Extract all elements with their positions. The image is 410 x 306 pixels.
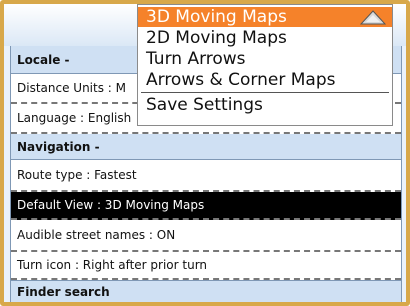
setting-route-type[interactable]: Route type : Fastest (11, 160, 401, 192)
scroll-up-icon[interactable] (360, 10, 386, 25)
setting-default-view[interactable]: Default View : 3D Moving Maps (11, 192, 401, 220)
menu-item-save-settings[interactable]: Save Settings (138, 95, 392, 115)
menu-item-arrows-corner-maps[interactable]: Arrows & Corner Maps (138, 70, 392, 90)
menu-item-turn-arrows[interactable]: Turn Arrows (138, 49, 392, 69)
view-options-menu: 3D Moving Maps 2D Moving Maps Turn Arrow… (137, 4, 393, 126)
menu-item-3d-moving-maps[interactable]: 3D Moving Maps (138, 7, 392, 27)
menu-item-2d-moving-maps[interactable]: 2D Moving Maps (138, 28, 392, 48)
setting-turn-icon[interactable]: Turn icon : Right after prior turn (11, 252, 401, 280)
section-header-finder-search[interactable]: Finder search (11, 280, 401, 302)
section-header-navigation[interactable]: Navigation - (11, 134, 401, 160)
menu-item-label: 3D Moving Maps (146, 7, 287, 27)
menu-divider (141, 92, 389, 93)
setting-audible-street-names[interactable]: Audible street names : ON (11, 220, 401, 252)
